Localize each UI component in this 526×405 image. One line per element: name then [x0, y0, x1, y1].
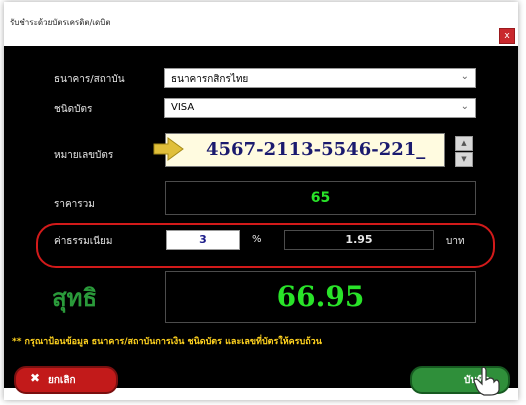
fee-percent-unit: %: [252, 234, 262, 245]
x-icon: ✖: [30, 371, 41, 385]
fee-amount: 1.95: [284, 230, 434, 250]
card-number-label: หมายเลขบัตร: [54, 150, 114, 161]
total-label: ราคารวม: [54, 199, 95, 210]
window-title: รับชำระด้วยบัตรเครดิต/เดบิต: [10, 18, 111, 27]
net-label: สุทธิ: [52, 283, 98, 312]
card-type-select[interactable]: VISA ⌄: [164, 98, 476, 118]
title-bar: รับชำระด้วยบัตรเครดิต/เดบิต x: [4, 2, 518, 44]
bank-label: ธนาคาร/สถาบัน: [54, 74, 125, 85]
fee-currency: บาท: [446, 236, 465, 247]
bank-select[interactable]: ธนาคารกสิกรไทย ⌄: [164, 68, 476, 88]
fee-percent-input[interactable]: 3: [166, 230, 240, 250]
bank-value: ธนาคารกสิกรไทย: [171, 74, 249, 85]
card-type-label: ชนิดบัตร: [54, 104, 93, 115]
chevron-down-icon: ⌄: [460, 101, 469, 112]
save-button[interactable]: บันทึก: [410, 366, 510, 396]
hand-pointer-icon: [473, 366, 500, 396]
total-value: 65: [165, 181, 476, 215]
card-number-input[interactable]: 4567-2113-5546-221_: [153, 133, 445, 167]
arrow-right-icon: [153, 137, 184, 161]
chevron-down-icon: ⌄: [460, 71, 469, 82]
card-type-value: VISA: [171, 102, 195, 113]
spin-up-button[interactable]: ▲: [455, 136, 473, 151]
net-value: 66.95: [165, 271, 476, 323]
card-number-value: 4567-2113-5546-221_: [206, 139, 426, 160]
close-button[interactable]: x: [499, 28, 515, 44]
cancel-label: ยกเลิก: [48, 375, 76, 386]
spin-down-button[interactable]: ▼: [455, 152, 473, 167]
fee-label: ค่าธรรมเนียม: [54, 236, 113, 247]
cancel-button[interactable]: ✖ ยกเลิก: [14, 366, 118, 394]
instruction-note: ** กรุณาป้อนข้อมูล ธนาคาร/สถาบันการเงิน …: [12, 337, 322, 347]
